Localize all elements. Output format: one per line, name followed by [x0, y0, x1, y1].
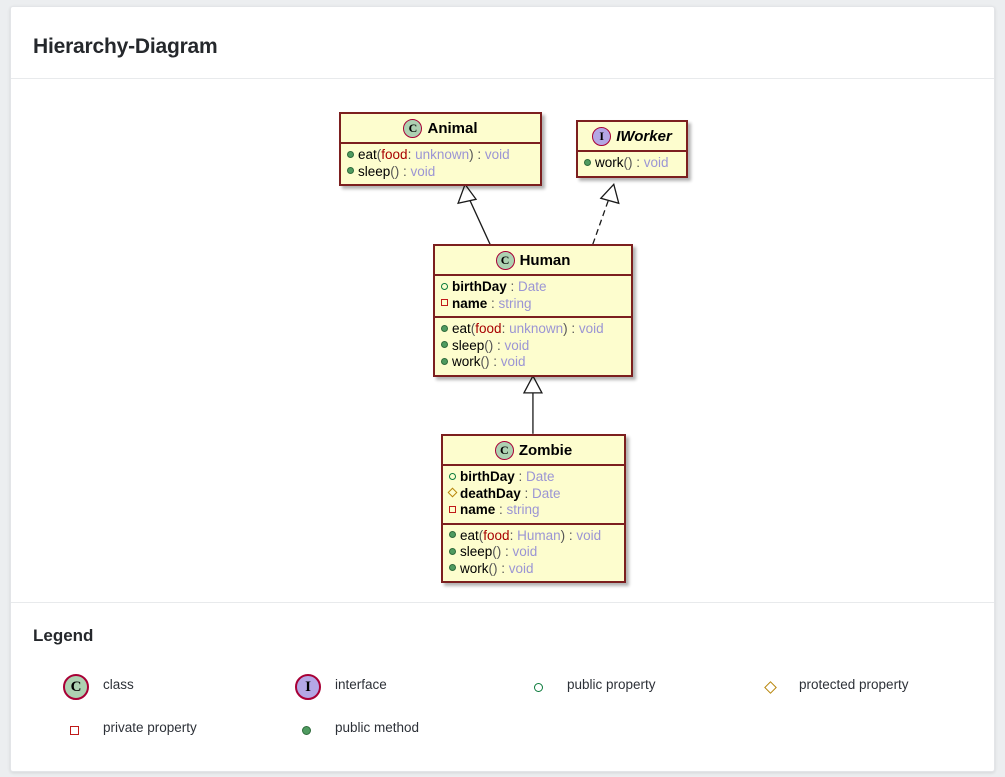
legend-label: public property — [567, 677, 656, 692]
relation-human-implements-iworker — [592, 183, 620, 245]
class-badge-icon: C — [494, 440, 514, 460]
legend-entry-class: C class — [59, 665, 279, 709]
method-row: eat(food: unknown) : void — [341, 147, 540, 164]
properties-compartment-zombie: birthDay : Date deathDay : Date name : s… — [443, 466, 624, 525]
public-property-icon — [449, 472, 456, 480]
property-row: deathDay : Date — [443, 486, 624, 503]
method-row: work() : void — [578, 155, 686, 172]
page-title: Hierarchy-Diagram — [33, 35, 218, 58]
method-row: sleep() : void — [435, 338, 631, 355]
method-row: sleep() : void — [443, 544, 624, 561]
protected-property-icon — [447, 487, 458, 498]
relation-human-extends-animal — [457, 182, 491, 245]
property-row: name : string — [443, 502, 624, 519]
public-method-icon — [449, 547, 456, 555]
public-method-icon — [441, 357, 448, 365]
method-row: work() : void — [443, 561, 624, 578]
interface-badge-icon: I — [291, 665, 325, 709]
legend-title: Legend — [33, 626, 94, 645]
legend-entry-interface: I interface — [291, 665, 511, 709]
class-badge-icon: C — [495, 250, 515, 270]
interface-title-iworker: I IWorker — [578, 122, 686, 152]
public-method-icon — [449, 564, 456, 572]
method-row: work() : void — [435, 354, 631, 371]
legend-label: private property — [103, 720, 197, 735]
methods-compartment-human: eat(food: unknown) : void sleep() : void… — [435, 318, 631, 375]
methods-compartment-animal: eat(food: unknown) : void sleep() : void — [341, 144, 540, 184]
legend-label: protected property — [799, 677, 909, 692]
class-badge-icon: C — [403, 118, 423, 138]
methods-compartment-iworker: work() : void — [578, 152, 686, 176]
class-badge-icon: C — [59, 665, 93, 709]
legend-entry-protected-property: protected property — [755, 665, 994, 709]
class-name: Animal — [427, 120, 478, 137]
public-property-icon — [523, 665, 557, 709]
class-name: Zombie — [518, 442, 573, 459]
class-name: Human — [519, 252, 571, 269]
method-row: eat(food: Human) : void — [443, 528, 624, 545]
legend-entry-public-property: public property — [523, 665, 753, 709]
methods-compartment-zombie: eat(food: Human) : void sleep() : void w… — [443, 525, 624, 582]
public-method-icon — [441, 341, 448, 349]
diagram-canvas: C Animal eat(food: unknown) : void sleep(… — [11, 79, 994, 602]
uml-class-zombie[interactable]: C Zombie birthDay : Date deathDay : Date … — [441, 434, 626, 583]
legend-label: interface — [335, 677, 387, 692]
legend-section: Legend C class I interface public proper… — [11, 603, 994, 771]
uml-class-human[interactable]: C Human birthDay : Date name : string eat… — [433, 244, 633, 377]
property-row: birthDay : Date — [443, 469, 624, 486]
public-property-icon — [441, 282, 448, 290]
protected-property-icon — [755, 665, 789, 709]
title-bar: Hierarchy-Diagram — [11, 7, 994, 79]
legend-label: class — [103, 677, 134, 692]
uml-interface-iworker[interactable]: I IWorker work() : void — [576, 120, 688, 178]
public-method-icon — [584, 158, 591, 166]
relation-zombie-extends-human — [522, 374, 543, 434]
diagram-card: Hierarchy-Diagram C Animal eat(food: unk… — [10, 6, 995, 772]
interface-badge-icon: I — [592, 126, 612, 146]
class-title-animal: C Animal — [341, 114, 540, 144]
private-property-icon — [441, 299, 448, 307]
legend-entry-private-property: private property — [59, 708, 279, 752]
private-property-icon — [59, 708, 93, 752]
method-row: eat(food: unknown) : void — [435, 321, 631, 338]
property-row: name : string — [435, 296, 631, 313]
uml-class-animal[interactable]: C Animal eat(food: unknown) : void sleep(… — [339, 112, 542, 186]
property-row: birthDay : Date — [435, 279, 631, 296]
public-method-icon — [291, 708, 325, 752]
public-method-icon — [347, 167, 354, 175]
legend-entry-public-method: public method — [291, 708, 511, 752]
public-method-icon — [449, 531, 456, 539]
public-method-icon — [441, 324, 448, 332]
private-property-icon — [449, 505, 456, 513]
class-title-zombie: C Zombie — [443, 436, 624, 466]
legend-label: public method — [335, 720, 420, 735]
class-title-human: C Human — [435, 246, 631, 276]
interface-name: IWorker — [616, 128, 672, 145]
public-method-icon — [347, 150, 354, 158]
properties-compartment-human: birthDay : Date name : string — [435, 276, 631, 318]
method-row: sleep() : void — [341, 164, 540, 181]
